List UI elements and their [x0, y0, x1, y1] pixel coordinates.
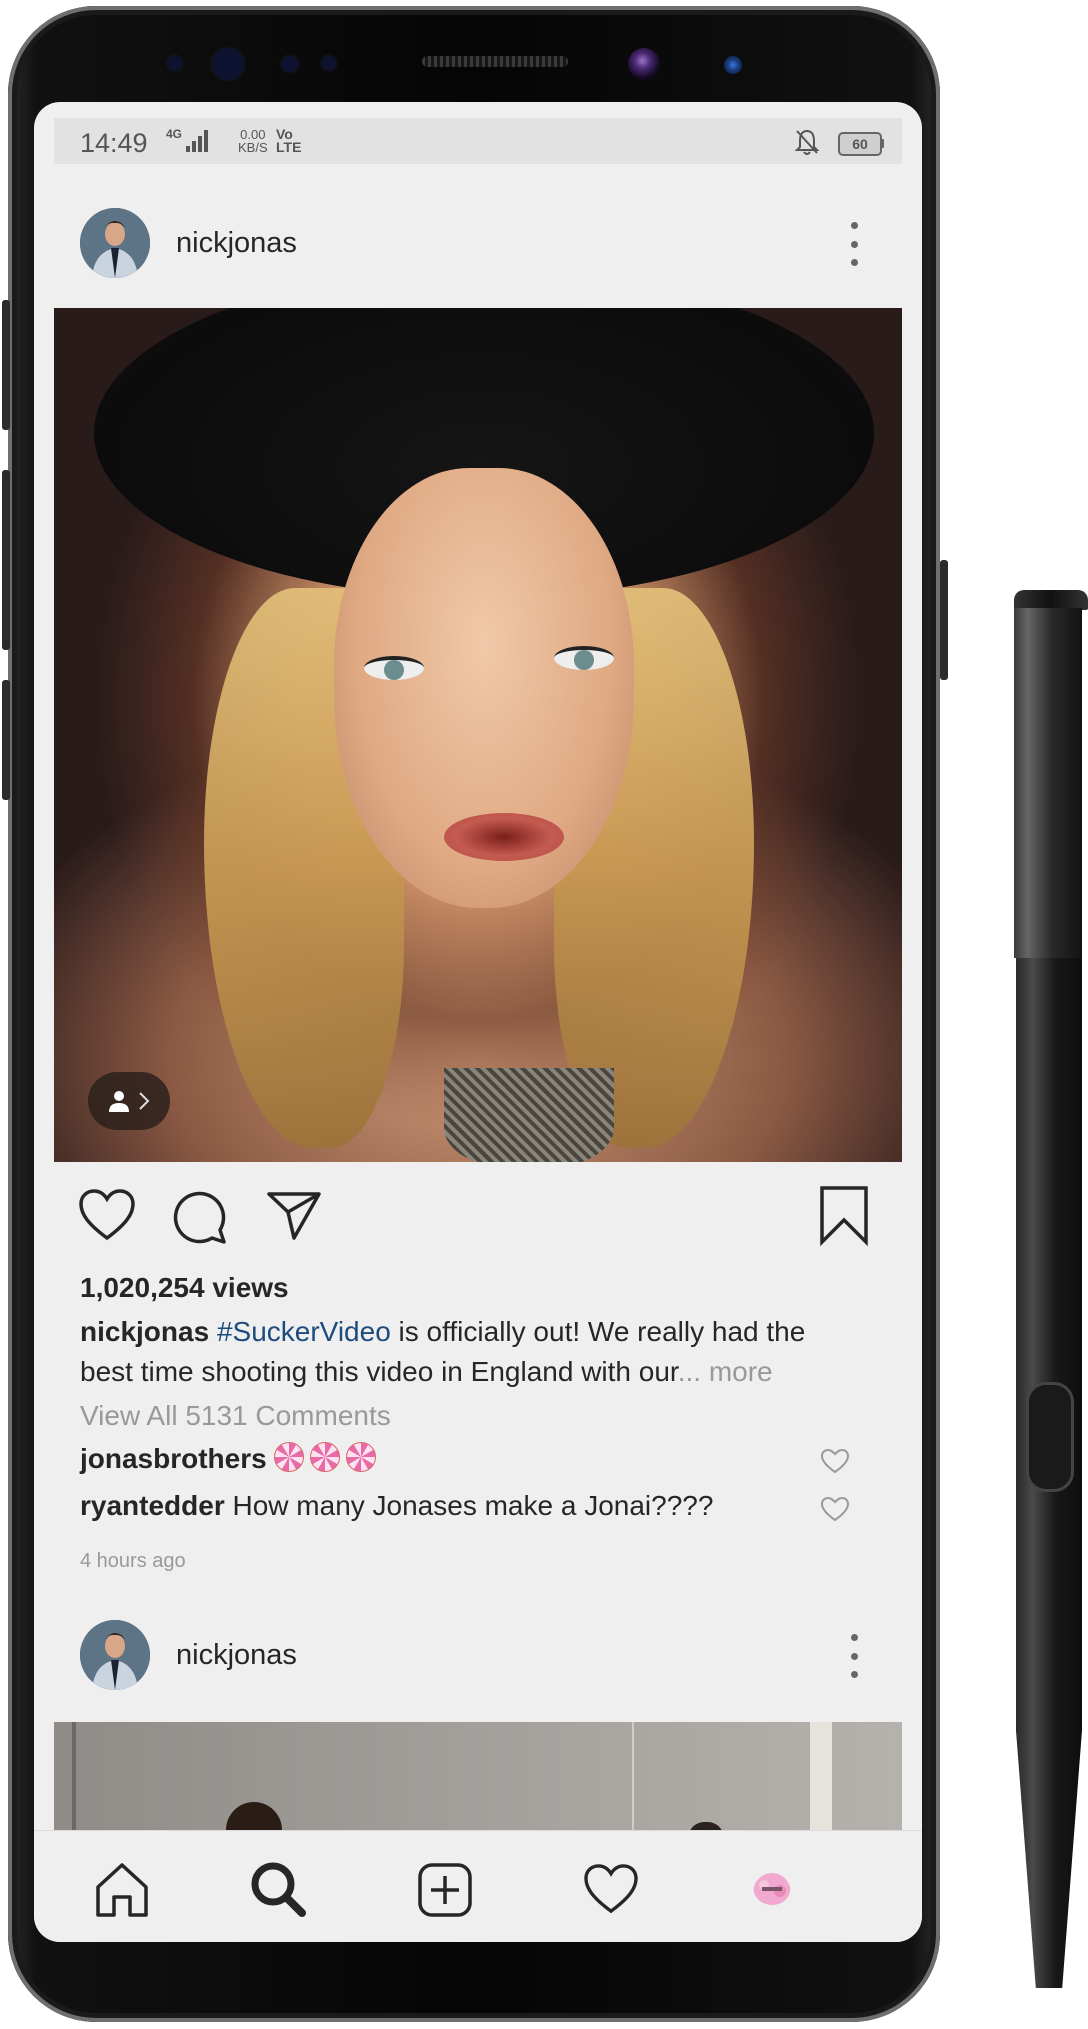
avatar-image: [80, 1620, 150, 1690]
bottom-navigation: [34, 1830, 922, 1942]
comment-username[interactable]: jonasbrothers: [80, 1443, 267, 1474]
iris-led: [724, 56, 742, 74]
data-speed-unit: KB/S: [238, 140, 268, 155]
chevron-right-icon: [139, 1092, 150, 1110]
caption-more-link[interactable]: ... more: [678, 1356, 773, 1387]
comment-like-icon[interactable]: [820, 1496, 850, 1522]
tagged-people-button[interactable]: [88, 1072, 170, 1130]
signal-icon: [186, 130, 208, 152]
necklace-shape: [444, 1068, 614, 1162]
stylus-tip: [1014, 590, 1088, 610]
share-button[interactable]: [266, 1190, 322, 1242]
volte-indicator: Vo LTE: [276, 127, 302, 155]
screen: 14:49 4G 0.00 KB/S Vo LTE 60 nickjonas 1…: [34, 102, 922, 1942]
power-button: [940, 560, 948, 680]
eye-right: [554, 646, 614, 670]
volte-bottom: LTE: [276, 139, 302, 155]
post-username[interactable]: nickjonas: [176, 227, 297, 260]
side-button: [2, 680, 10, 800]
earpiece: [422, 56, 568, 67]
more-options-icon[interactable]: [842, 1634, 866, 1678]
more-options-icon[interactable]: [842, 222, 866, 266]
comment-row: jonasbrothers: [80, 1442, 382, 1475]
comment-row: ryantedder How many Jonases make a Jonai…: [80, 1490, 713, 1522]
caption: nickjonas #SuckerVideo is officially out…: [80, 1312, 860, 1392]
eye-left: [364, 656, 424, 680]
comment-username[interactable]: ryantedder: [80, 1490, 225, 1521]
share-icon: [267, 1192, 321, 1240]
post-username[interactable]: nickjonas: [176, 1639, 297, 1672]
comment-like-icon[interactable]: [820, 1448, 850, 1474]
lollipop-emoji-icons: [274, 1442, 382, 1474]
avatar-image: [80, 208, 150, 278]
caption-hashtag[interactable]: #SuckerVideo: [217, 1316, 391, 1347]
add-post-icon[interactable]: [416, 1861, 474, 1919]
caption-username[interactable]: nickjonas: [80, 1316, 209, 1347]
stylus-button: [1026, 1382, 1074, 1492]
avatar[interactable]: [80, 1620, 150, 1690]
view-count: 1,020,254 views: [80, 1272, 289, 1303]
battery-tip: [880, 139, 884, 148]
lips-shape: [444, 813, 564, 861]
person-tag-icon: [109, 1091, 129, 1112]
iris-scanner: [212, 48, 244, 80]
mute-bell-icon: [794, 129, 820, 155]
network-type: 4G: [166, 127, 183, 141]
data-speed: 0.00 KB/S: [238, 128, 268, 154]
comment-button[interactable]: [172, 1188, 228, 1244]
comment-text: How many Jonases make a Jonai????: [224, 1490, 714, 1521]
bookmark-icon: [820, 1186, 868, 1246]
save-button[interactable]: [818, 1184, 870, 1246]
volume-button: [2, 300, 10, 430]
search-icon[interactable]: [248, 1859, 308, 1919]
home-icon[interactable]: [92, 1861, 152, 1919]
post-video[interactable]: [54, 308, 902, 1162]
bixby-button: [2, 470, 10, 650]
lollipop-icon: [346, 1442, 377, 1472]
light-sensor: [282, 56, 298, 72]
avatar[interactable]: [80, 208, 150, 278]
heart-icon: [79, 1189, 135, 1241]
like-button[interactable]: [78, 1188, 136, 1242]
comment-icon: [173, 1191, 226, 1244]
status-bar: 14:49 4G 0.00 KB/S Vo LTE 60: [54, 118, 902, 164]
status-time: 14:49: [80, 128, 148, 158]
front-camera: [628, 48, 660, 80]
view-all-comments-link[interactable]: View All 5131 Comments: [80, 1400, 391, 1432]
activity-heart-icon[interactable]: [582, 1863, 640, 1915]
sensor-dot: [322, 56, 336, 70]
battery-icon: 60: [838, 132, 882, 156]
proximity-sensor: [168, 56, 182, 70]
stylus-cap: [1014, 608, 1082, 958]
post-timestamp: 4 hours ago: [80, 1550, 186, 1572]
profile-avatar-icon[interactable]: [752, 1871, 792, 1907]
lollipop-icon: [310, 1442, 341, 1472]
lollipop-icon: [274, 1442, 305, 1472]
